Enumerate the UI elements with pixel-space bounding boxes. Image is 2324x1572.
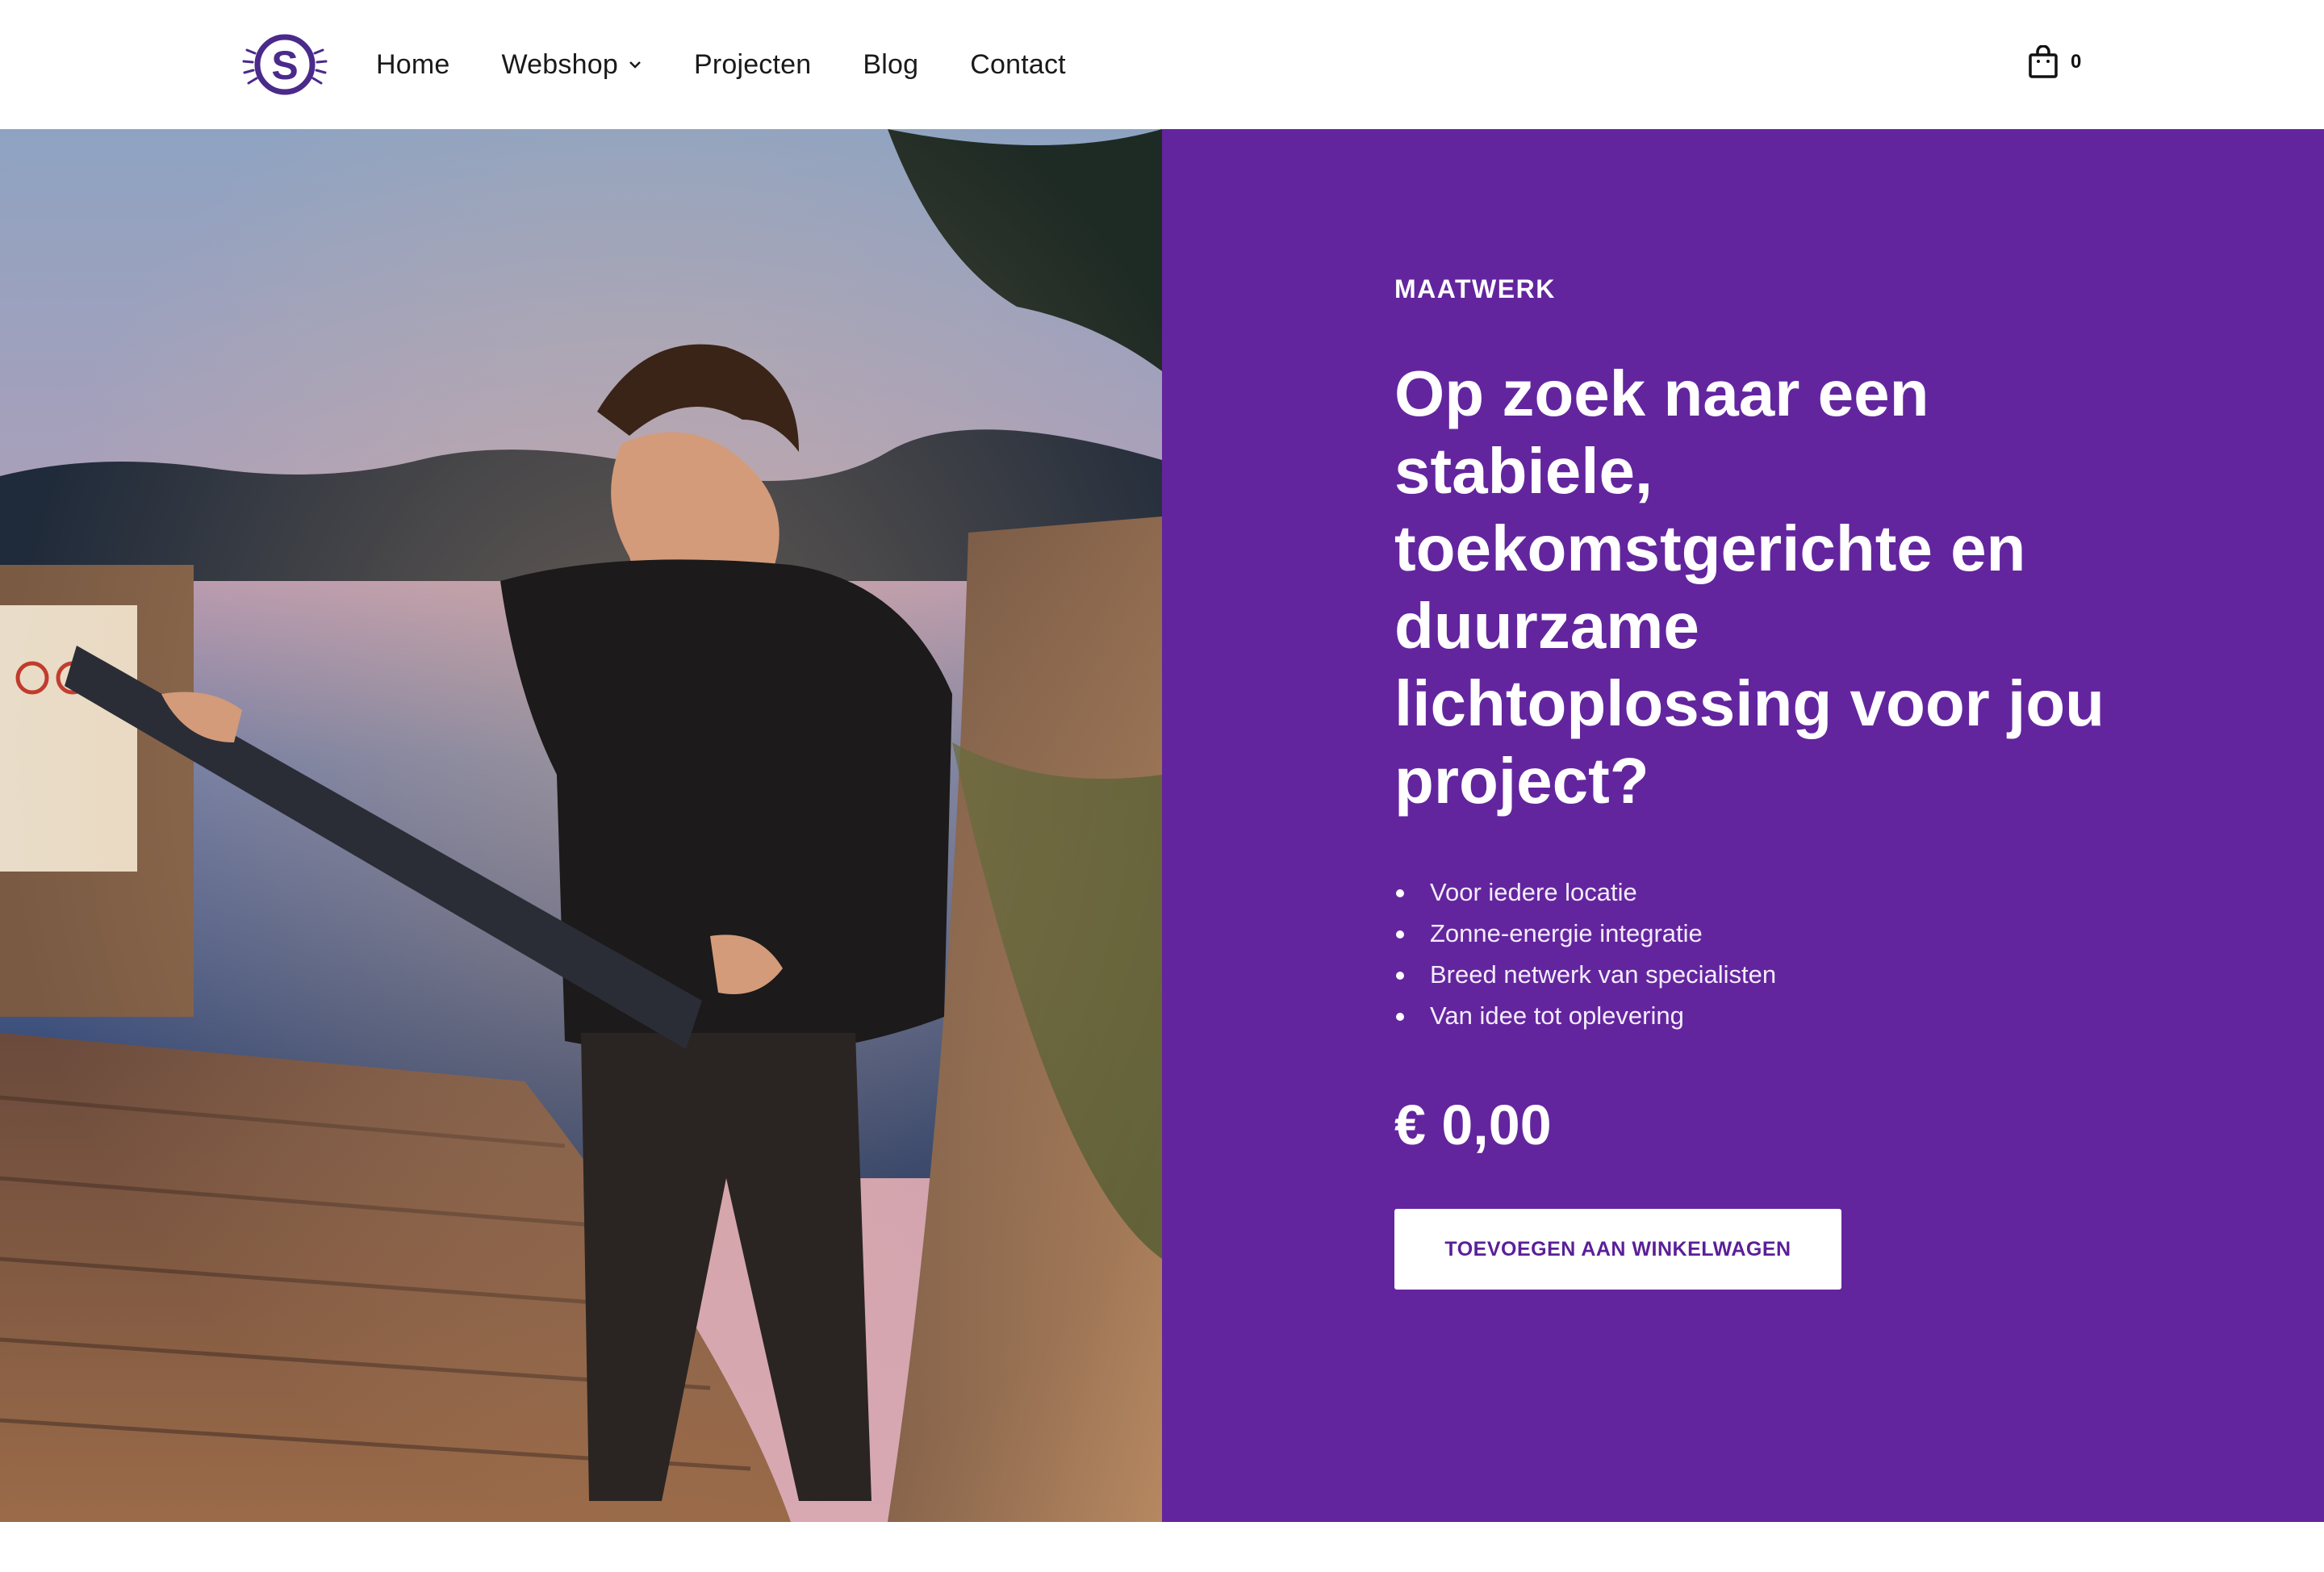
nav-home-label: Home <box>376 48 450 80</box>
hero-eyebrow: MAATWERK <box>1394 274 1556 303</box>
nav-projecten-label: Projecten <box>693 48 812 80</box>
feature-item: Voor iedere locatie <box>1394 872 1776 913</box>
hero-section: MAATWERK Op zoek naar een stabiele, toek… <box>0 129 2324 1522</box>
hero-photo-illustration <box>0 129 1162 1522</box>
nav-webshop[interactable]: Webshop <box>502 49 642 81</box>
feature-list: Voor iedere locatie Zonne-energie integr… <box>1394 872 1776 1036</box>
product-price: € 0,00 <box>1394 1093 1552 1156</box>
nav-home[interactable]: Home <box>376 49 450 81</box>
hero-headline: Op zoek naar een stabiele, toekomstgeric… <box>1394 357 2105 817</box>
svg-text:S: S <box>271 43 298 88</box>
shopping-bag-icon <box>2029 45 2058 78</box>
feature-item: Zonne-energie integratie <box>1394 913 1776 954</box>
nav-webshop-label: Webshop <box>501 48 618 80</box>
hero-photo <box>0 129 1162 1522</box>
hero-panel: MAATWERK Op zoek naar een stabiele, toek… <box>1162 129 2324 1522</box>
nav-contact-label: Contact <box>970 48 1066 80</box>
add-to-cart-button[interactable]: TOEVOEGEN AAN WINKELWAGEN <box>1394 1209 1841 1290</box>
main-nav: Home Webshop Projecten Blog Contact <box>376 0 1066 129</box>
feature-item: Van idee tot oplevering <box>1394 995 1776 1036</box>
nav-blog[interactable]: Blog <box>863 49 918 81</box>
cart-button[interactable]: 0 <box>2027 45 2081 79</box>
nav-contact[interactable]: Contact <box>970 49 1066 81</box>
cart-count: 0 <box>2071 51 2082 73</box>
feature-item: Breed netwerk van specialisten <box>1394 954 1776 995</box>
chevron-down-icon <box>629 61 641 69</box>
logo-icon[interactable]: S <box>242 32 328 97</box>
nav-projecten[interactable]: Projecten <box>694 49 811 81</box>
nav-blog-label: Blog <box>863 48 919 80</box>
site-header: S Home Webshop Projecten Blog Contact 0 <box>0 0 2324 129</box>
